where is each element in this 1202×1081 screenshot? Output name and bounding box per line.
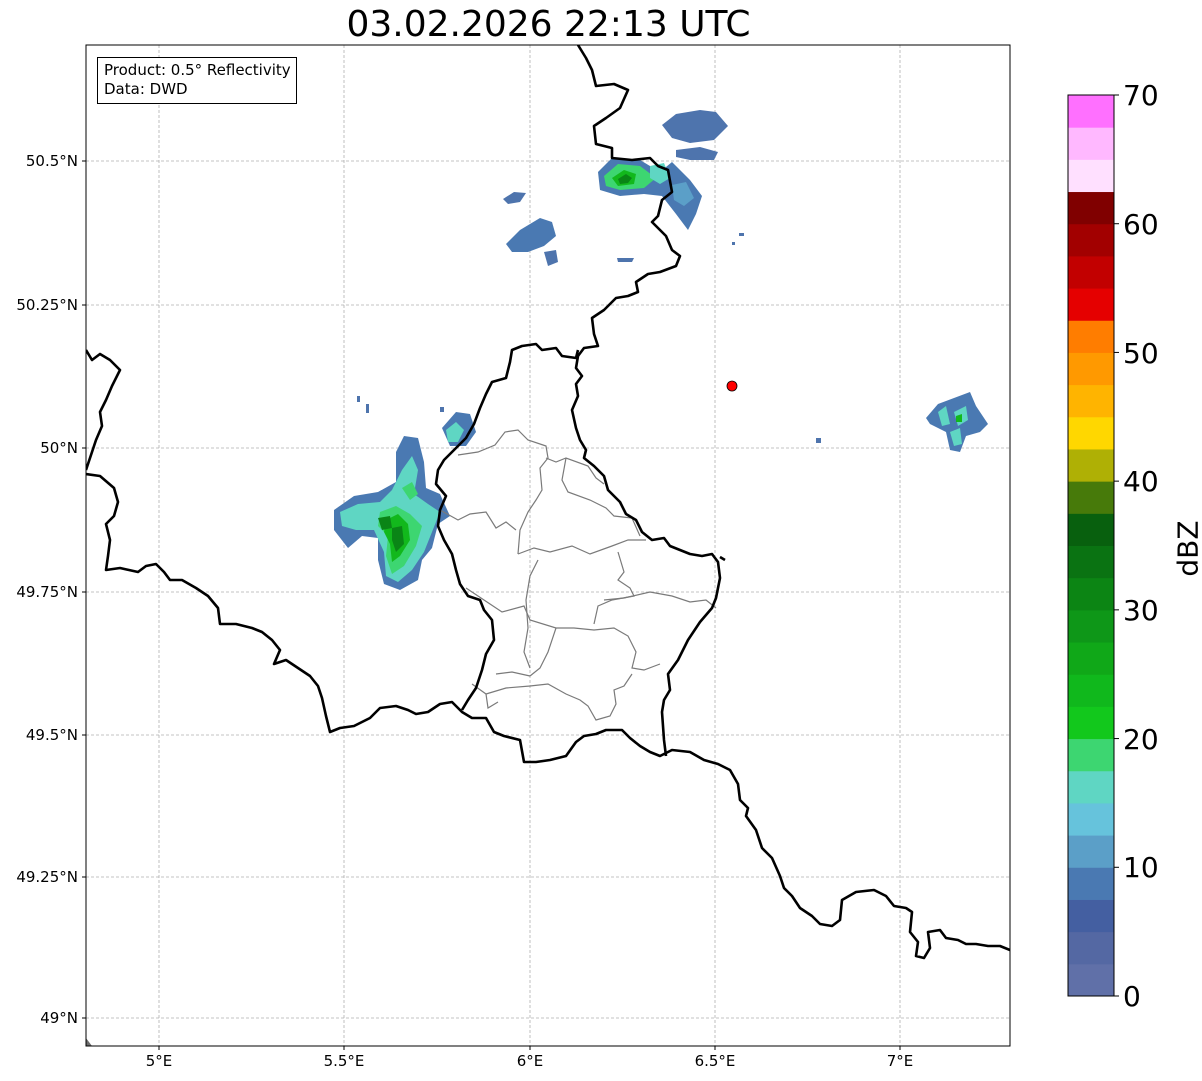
colorbar-segment — [1068, 802, 1114, 836]
lon-label: 6.5°E — [694, 1052, 736, 1070]
colorbar-segment — [1068, 481, 1114, 514]
colorbar-segment — [1068, 352, 1114, 386]
lon-label: 5°E — [145, 1052, 173, 1070]
radar-echoes — [334, 110, 988, 590]
colorbar-label: dBZ — [1171, 520, 1202, 577]
colorbar-segment — [1068, 416, 1114, 450]
lat-label: 49.25°N — [16, 868, 78, 886]
colorbar-segment — [1068, 255, 1114, 289]
colorbar-segment — [1068, 513, 1114, 546]
colorbar-segment — [1068, 384, 1114, 418]
colorbar-segment — [1068, 738, 1114, 772]
map-frame — [85, 44, 1011, 1047]
colorbar-tick-label: 20 — [1123, 723, 1159, 756]
colorbar-ticks — [1114, 94, 1119, 997]
lat-label: 49°N — [40, 1009, 78, 1027]
colorbar-segment — [1068, 963, 1114, 997]
colorbar-segment — [1068, 674, 1114, 707]
colorbar-segment — [1068, 642, 1114, 675]
colorbar-tick-label: 70 — [1123, 79, 1159, 112]
echo-cluster-east — [816, 392, 988, 452]
lon-label: 5.5°E — [323, 1052, 365, 1070]
colorbar-segment — [1068, 191, 1114, 225]
colorbar-segment — [1068, 609, 1114, 643]
colorbar-segment — [1068, 95, 1114, 128]
country-borders — [86, 45, 1010, 960]
colorbar-tick-label: 0 — [1123, 980, 1141, 1013]
colorbar-tick-label: 10 — [1123, 851, 1159, 884]
colorbar-segment — [1068, 931, 1114, 965]
lat-label: 49.5°N — [25, 726, 78, 744]
info-box: Product: 0.5° Reflectivity Data: DWD — [97, 57, 297, 104]
colorbar-tick-label: 60 — [1123, 208, 1159, 241]
lat-label: 50.5°N — [25, 152, 78, 170]
info-product: Product: 0.5° Reflectivity — [104, 61, 291, 79]
colorbar-segment — [1068, 867, 1114, 900]
colorbar-segment — [1068, 448, 1114, 482]
echo-cluster-north — [503, 110, 744, 266]
corner-artifact — [86, 1038, 92, 1046]
colorbar-tick-label: 40 — [1123, 465, 1159, 498]
map-svg — [82, 44, 1119, 1050]
colorbar-segment — [1068, 577, 1114, 611]
colorbar-segment — [1068, 706, 1114, 740]
colorbar-segment — [1068, 320, 1114, 353]
colorbar-segment — [1068, 835, 1114, 868]
lat-label: 50.25°N — [16, 296, 78, 314]
colorbar-tick-label: 50 — [1123, 337, 1159, 370]
lat-label: 49.75°N — [16, 583, 78, 601]
colorbar-segment — [1068, 899, 1114, 933]
colorbar-segment — [1068, 288, 1114, 321]
colorbar-segment — [1068, 127, 1114, 160]
colorbar-tick-label: 30 — [1123, 594, 1159, 627]
lon-label: 6°E — [516, 1052, 544, 1070]
axis-ticks — [82, 160, 901, 1050]
info-data-source: Data: DWD — [104, 80, 188, 98]
colorbar-segment — [1068, 223, 1114, 257]
colorbar-segment — [1068, 770, 1114, 804]
lat-label: 50°N — [40, 439, 78, 457]
colorbar — [1068, 95, 1114, 997]
lon-label: 7°E — [886, 1052, 914, 1070]
colorbar-segment — [1068, 159, 1114, 193]
colorbar-segment — [1068, 545, 1114, 579]
gridlines — [86, 45, 1010, 1046]
radar-site-marker[interactable] — [726, 380, 738, 392]
internal-borders — [439, 429, 717, 721]
